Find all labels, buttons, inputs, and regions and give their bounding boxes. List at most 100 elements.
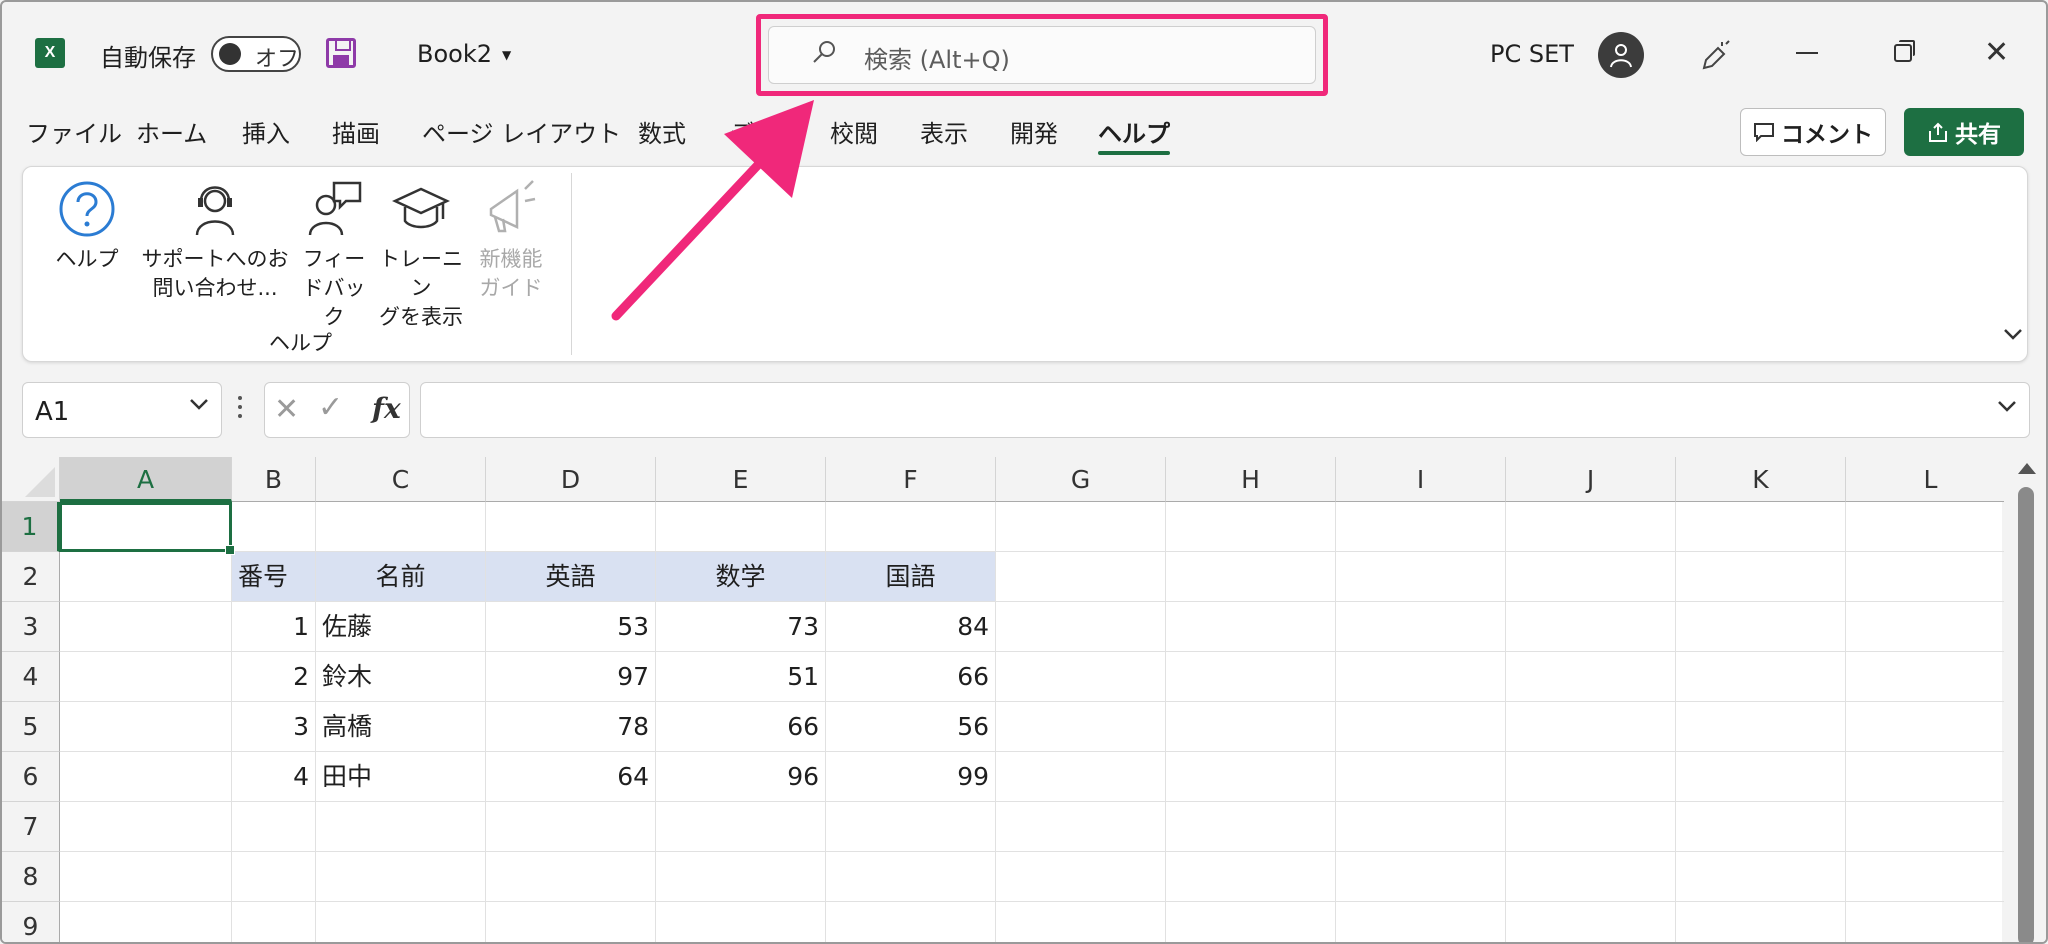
cell-d7[interactable] (486, 802, 656, 852)
cell-j5[interactable] (1506, 702, 1676, 752)
cell-i4[interactable] (1336, 652, 1506, 702)
cell-i8[interactable] (1336, 852, 1506, 902)
cell-c3[interactable]: 佐藤 (316, 602, 486, 652)
cell-b1[interactable] (232, 502, 316, 552)
cell-e8[interactable] (656, 852, 826, 902)
cell-h7[interactable] (1166, 802, 1336, 852)
cell-h9[interactable] (1166, 902, 1336, 942)
cell-b4[interactable]: 2 (232, 652, 316, 702)
cell-a9[interactable] (60, 902, 232, 942)
show-training-button[interactable]: トレーニン グを表示 (373, 179, 469, 332)
cell-f1[interactable] (826, 502, 996, 552)
account-name[interactable]: PC SET (1490, 40, 1574, 68)
cell-h2[interactable] (1166, 552, 1336, 602)
row-header-4[interactable]: 4 (2, 652, 60, 702)
cell-k8[interactable] (1676, 852, 1846, 902)
tab-data[interactable]: デ (730, 114, 754, 149)
column-header-e[interactable]: E (656, 457, 826, 502)
tab-help[interactable]: ヘルプ (1098, 114, 1170, 155)
scrollbar-thumb[interactable] (2018, 487, 2034, 942)
tab-page-layout[interactable]: ページ レイアウト (422, 114, 621, 149)
cell-d6[interactable]: 64 (486, 752, 656, 802)
cell-c7[interactable] (316, 802, 486, 852)
search-box[interactable] (768, 26, 1316, 84)
search-placeholder[interactable]: 検索 (Alt+Q) (864, 40, 1010, 75)
feedback-button[interactable]: フィー ドバック (293, 179, 375, 332)
workbook-title[interactable]: Book2 (417, 40, 492, 68)
cell-l6[interactable] (1846, 752, 2016, 802)
column-header-k[interactable]: K (1676, 457, 1846, 502)
cell-e1[interactable] (656, 502, 826, 552)
cell-i9[interactable] (1336, 902, 1506, 942)
cell-k1[interactable] (1676, 502, 1846, 552)
cell-l8[interactable] (1846, 852, 2016, 902)
column-header-j[interactable]: J (1506, 457, 1676, 502)
cell-g8[interactable] (996, 852, 1166, 902)
cell-i6[interactable] (1336, 752, 1506, 802)
row-header-9[interactable]: 9 (2, 902, 60, 942)
cell-l2[interactable] (1846, 552, 2016, 602)
cell-g6[interactable] (996, 752, 1166, 802)
help-button[interactable]: ヘルプ (53, 179, 121, 274)
spreadsheet-grid[interactable]: A B C D E F G H I J K L 1 2 3 4 5 6 7 8 9 番号 名前 英語 数学 国語 1 佐藤 53 73 84… (2, 457, 2016, 942)
cell-e3[interactable]: 73 (656, 602, 826, 652)
tab-view[interactable]: 表示 (920, 114, 968, 149)
cell-k4[interactable] (1676, 652, 1846, 702)
tab-formulas[interactable]: 数式 (638, 114, 686, 149)
row-header-8[interactable]: 8 (2, 852, 60, 902)
cell-j6[interactable] (1506, 752, 1676, 802)
formula-bar-grip-icon[interactable] (238, 396, 242, 422)
cell-i1[interactable] (1336, 502, 1506, 552)
autosave-toggle[interactable]: オフ (211, 36, 301, 72)
expand-formula-bar-icon[interactable] (1997, 399, 2017, 413)
cell-a3[interactable] (60, 602, 232, 652)
cell-k7[interactable] (1676, 802, 1846, 852)
cell-l5[interactable] (1846, 702, 2016, 752)
tab-insert[interactable]: 挿入 (242, 114, 290, 149)
cell-b7[interactable] (232, 802, 316, 852)
cell-i3[interactable] (1336, 602, 1506, 652)
cell-g1[interactable] (996, 502, 1166, 552)
cell-e9[interactable] (656, 902, 826, 942)
cell-j2[interactable] (1506, 552, 1676, 602)
cell-d2[interactable]: 英語 (486, 552, 656, 602)
cell-l9[interactable] (1846, 902, 2016, 942)
cell-f8[interactable] (826, 852, 996, 902)
cell-j9[interactable] (1506, 902, 1676, 942)
column-header-f[interactable]: F (826, 457, 996, 502)
column-header-g[interactable]: G (996, 457, 1166, 502)
tab-review[interactable]: 校閲 (830, 114, 878, 149)
cell-b9[interactable] (232, 902, 316, 942)
cell-f5[interactable]: 56 (826, 702, 996, 752)
cell-j8[interactable] (1506, 852, 1676, 902)
cell-i7[interactable] (1336, 802, 1506, 852)
cell-f7[interactable] (826, 802, 996, 852)
cell-j1[interactable] (1506, 502, 1676, 552)
cell-g3[interactable] (996, 602, 1166, 652)
cell-d3[interactable]: 53 (486, 602, 656, 652)
minimize-icon[interactable] (1796, 52, 1818, 54)
cell-c8[interactable] (316, 852, 486, 902)
cell-j4[interactable] (1506, 652, 1676, 702)
scroll-up-arrow-icon[interactable] (2018, 463, 2036, 474)
cell-l7[interactable] (1846, 802, 2016, 852)
cell-k6[interactable] (1676, 752, 1846, 802)
cell-a2[interactable] (60, 552, 232, 602)
cell-c9[interactable] (316, 902, 486, 942)
cell-a5[interactable] (60, 702, 232, 752)
tab-draw[interactable]: 描画 (332, 114, 380, 149)
cell-f3[interactable]: 84 (826, 602, 996, 652)
row-header-2[interactable]: 2 (2, 552, 60, 602)
cell-h1[interactable] (1166, 502, 1336, 552)
cell-h5[interactable] (1166, 702, 1336, 752)
cell-h8[interactable] (1166, 852, 1336, 902)
cell-a8[interactable] (60, 852, 232, 902)
avatar[interactable] (1598, 32, 1644, 78)
vertical-scrollbar[interactable] (2004, 457, 2046, 942)
cell-e7[interactable] (656, 802, 826, 852)
cell-c4[interactable]: 鈴木 (316, 652, 486, 702)
cell-j3[interactable] (1506, 602, 1676, 652)
cell-b8[interactable] (232, 852, 316, 902)
tab-file[interactable]: ファイル (26, 114, 122, 149)
cell-l1[interactable] (1846, 502, 2016, 552)
